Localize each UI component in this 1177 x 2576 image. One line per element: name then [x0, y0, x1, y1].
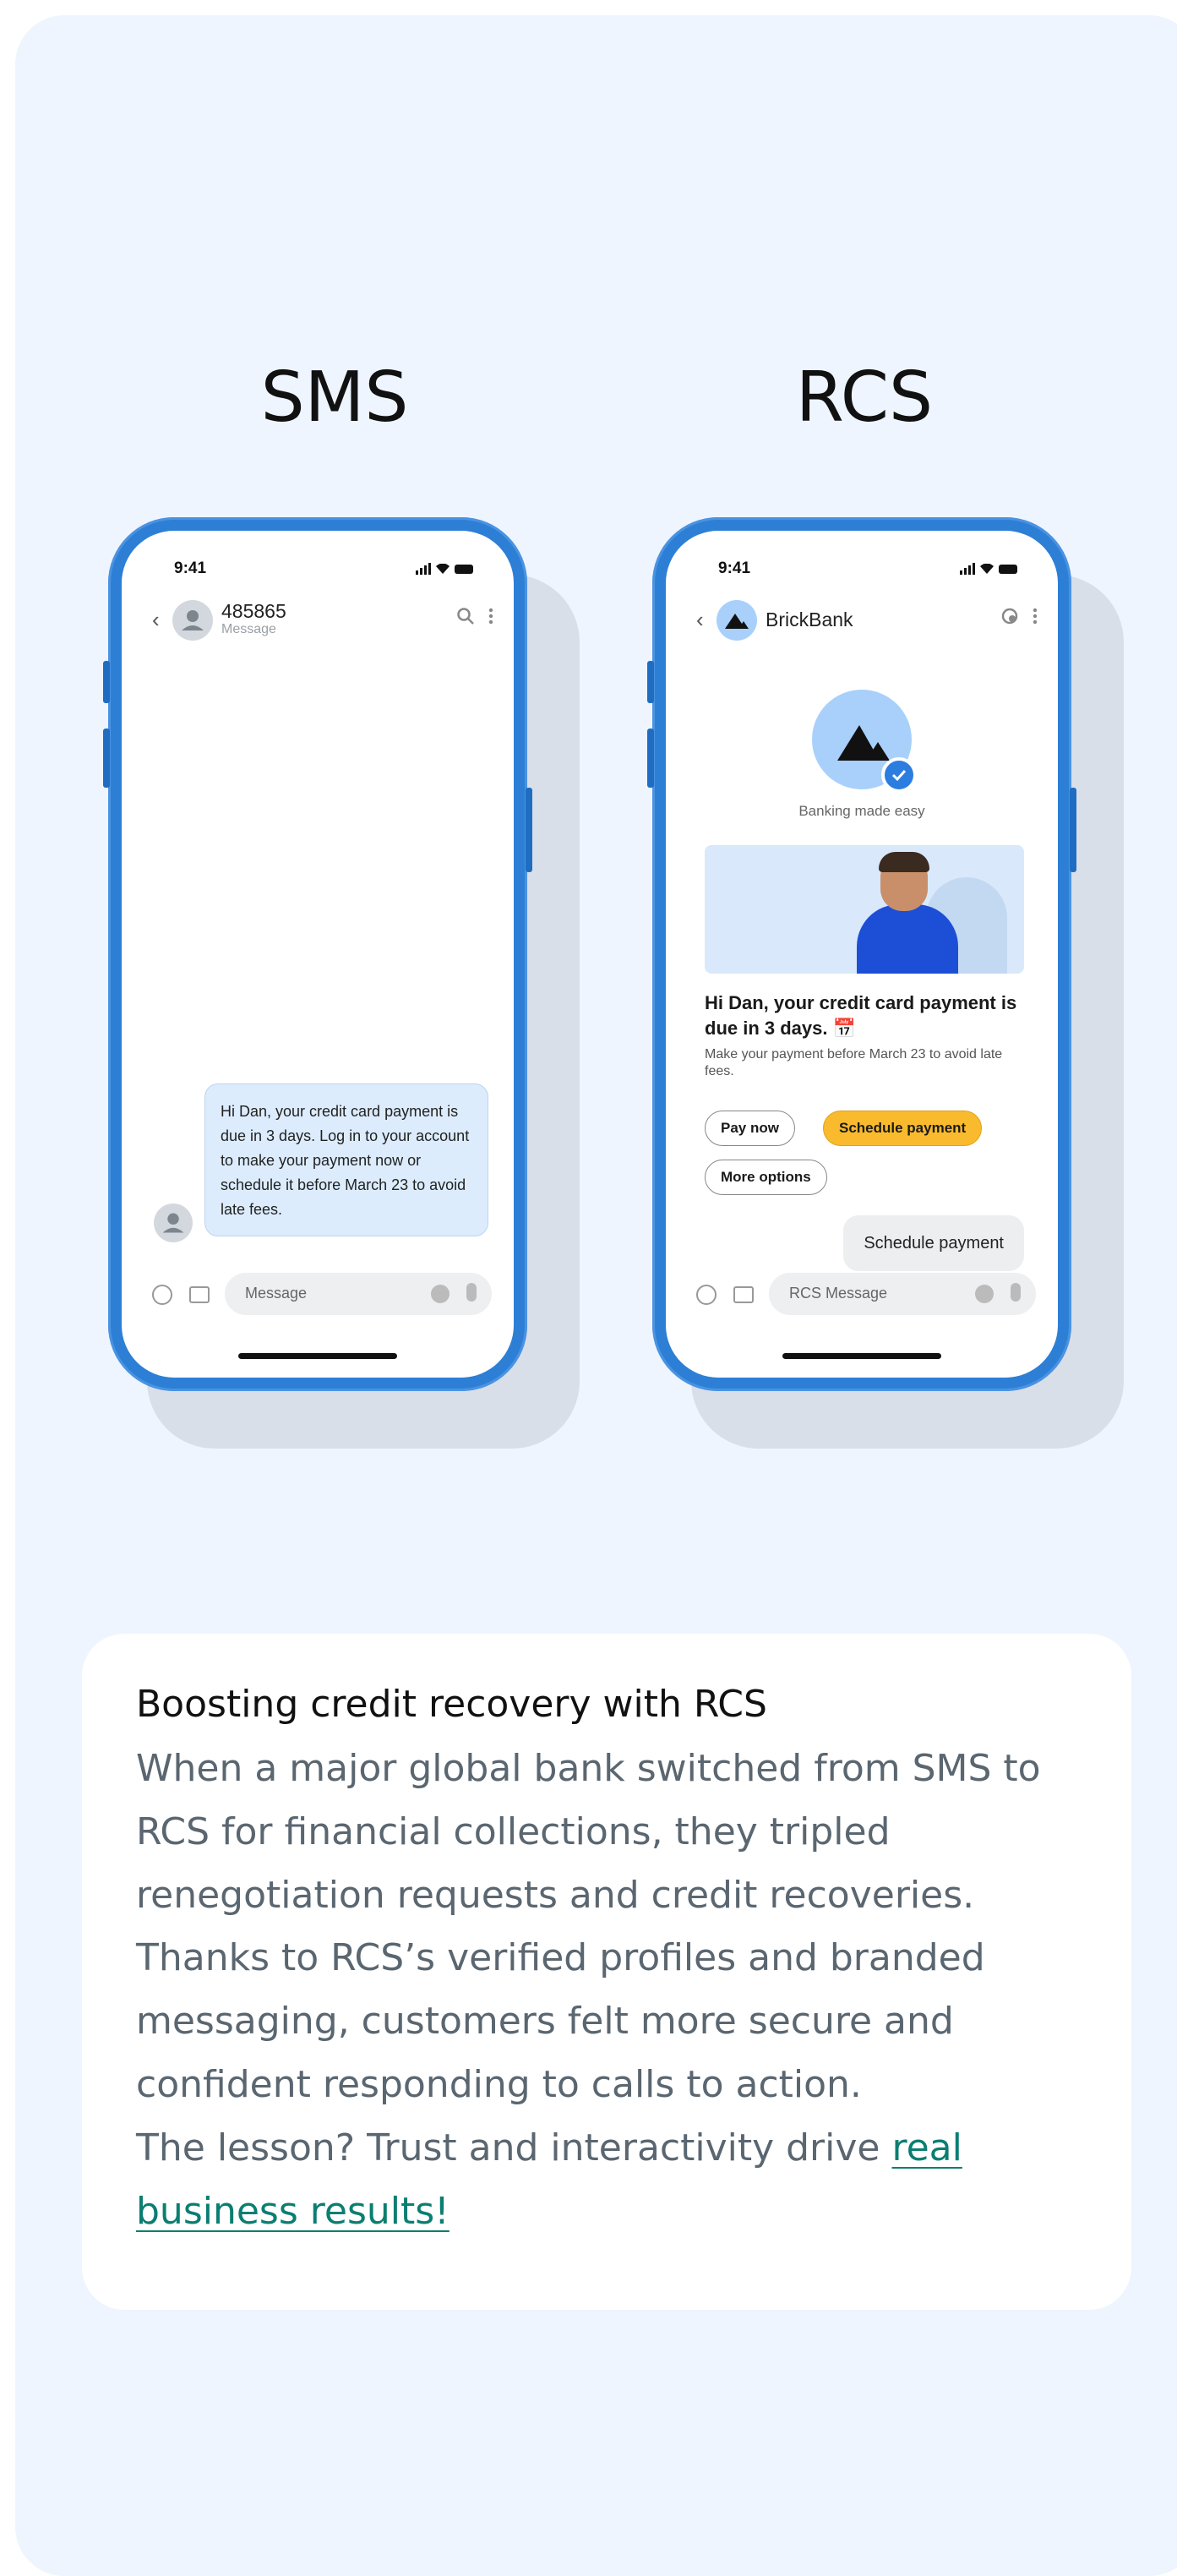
info-lesson-text: The lesson? Trust and interactivity driv…	[136, 2126, 892, 2169]
person-icon	[162, 1213, 184, 1233]
wifi-icon	[980, 564, 994, 574]
rich-card-description: Make your payment before March 23 to avo…	[705, 1047, 1003, 1078]
image-icon[interactable]	[189, 1286, 210, 1303]
rich-card-title: Hi Dan, your credit card payment is due …	[705, 992, 1017, 1039]
message-placeholder: Message	[245, 1285, 308, 1302]
home-indicator	[238, 1353, 397, 1359]
phone-button	[526, 788, 532, 872]
composer-bar: RCS Message	[666, 1273, 1058, 1318]
brand-logo	[812, 690, 917, 793]
brand-avatar[interactable]	[717, 600, 757, 641]
battery-icon	[455, 564, 473, 574]
add-icon[interactable]	[152, 1285, 172, 1305]
user-reply-bubble: Schedule payment	[843, 1215, 1024, 1271]
verified-info-icon[interactable]	[1000, 607, 1019, 625]
person-icon	[182, 610, 204, 630]
verified-badge-icon	[881, 757, 917, 793]
message-input[interactable]: RCS Message	[769, 1273, 1036, 1315]
composer-bar: Message	[122, 1273, 514, 1318]
info-title: Boosting credit recovery with RCS	[136, 1683, 767, 1726]
sms-phone: 9:41 ‹ 485865 Message Hi Dan, your credi…	[103, 517, 532, 1391]
emoji-icon[interactable]	[975, 1285, 994, 1303]
image-icon[interactable]	[733, 1286, 754, 1303]
sender-name: BrickBank	[766, 609, 853, 630]
sender-subtitle: Message	[221, 622, 276, 636]
more-vert-icon[interactable]	[488, 607, 493, 625]
mic-icon[interactable]	[1011, 1283, 1021, 1302]
phone-button	[647, 729, 654, 788]
more-vert-icon[interactable]	[1033, 607, 1038, 625]
back-icon[interactable]: ‹	[152, 607, 160, 633]
status-time: 9:41	[718, 559, 751, 577]
sms-message-bubble: Hi Dan, your credit card payment is due …	[204, 1083, 488, 1236]
more-options-button[interactable]: More options	[705, 1160, 827, 1195]
rcs-screen: 9:41 ‹ BrickBank Banking made easy Hi Da…	[666, 531, 1058, 1378]
rcs-phone: 9:41 ‹ BrickBank Banking made easy Hi Da…	[647, 517, 1076, 1391]
phone-button	[103, 661, 110, 703]
status-icons	[960, 563, 1017, 575]
rcs-heading: RCS	[795, 357, 934, 438]
status-bar: 9:41	[122, 559, 514, 585]
sms-screen: 9:41 ‹ 485865 Message Hi Dan, your credi…	[122, 531, 514, 1378]
info-card: Boosting credit recovery with RCS When a…	[82, 1634, 1131, 2310]
avatar[interactable]	[172, 600, 213, 641]
home-indicator	[782, 1353, 941, 1359]
message-input[interactable]: Message	[225, 1273, 492, 1315]
brand-logo-icon	[725, 614, 749, 629]
sender-name: 485865	[221, 600, 286, 622]
signal-icon	[960, 563, 975, 575]
phone-button	[103, 729, 110, 788]
search-icon[interactable]	[456, 607, 475, 625]
back-icon[interactable]: ‹	[696, 607, 704, 633]
conversation-header: ‹ BrickBank	[666, 598, 1058, 646]
pay-now-button[interactable]: Pay now	[705, 1111, 795, 1146]
info-body: When a major global bank switched from S…	[136, 1738, 1065, 2243]
schedule-payment-button[interactable]: Schedule payment	[823, 1111, 983, 1146]
promo-banner-image	[705, 845, 1024, 974]
message-placeholder: RCS Message	[789, 1285, 888, 1302]
battery-icon	[999, 564, 1017, 574]
status-time: 9:41	[174, 559, 207, 577]
wifi-icon	[436, 564, 450, 574]
signal-icon	[416, 563, 431, 575]
mic-icon[interactable]	[466, 1283, 477, 1302]
status-icons	[416, 563, 473, 575]
add-icon[interactable]	[696, 1285, 717, 1305]
info-paragraph: When a major global bank switched from S…	[136, 1747, 1041, 2106]
avatar	[154, 1203, 193, 1242]
phone-button	[647, 661, 654, 703]
phone-button	[1070, 788, 1076, 872]
emoji-icon[interactable]	[431, 1285, 450, 1303]
status-bar: 9:41	[666, 559, 1058, 585]
conversation-header: ‹ 485865 Message	[122, 598, 514, 646]
brand-tagline: Banking made easy	[798, 803, 925, 819]
sms-heading: SMS	[260, 357, 409, 438]
